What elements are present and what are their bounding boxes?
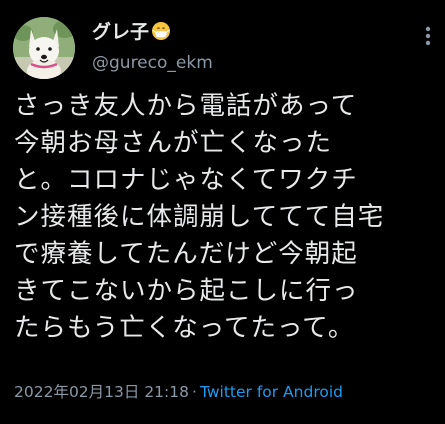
- tweet-text: さっき友人から電話があって 今朝お母さんが亡くなった と。コロナじゃなくてワクチ…: [14, 88, 439, 347]
- user-handle[interactable]: @gureco_ekm: [92, 52, 213, 74]
- display-name-text: グレ子: [92, 21, 150, 43]
- tweet-text-line: 今朝お母さんが亡くなった: [14, 128, 333, 158]
- tweet-text-line: きてこないから起こしに行っ: [14, 276, 359, 306]
- face-with-medical-mask-icon: [151, 21, 171, 47]
- tweet-meta: 2022年02月13日 21:18 · Twitter for Android: [14, 382, 343, 402]
- tweet-source-link[interactable]: Twitter for Android: [200, 383, 343, 401]
- tweet-text-line: たらもう亡くなってたって。: [14, 313, 355, 343]
- dog-photo-avatar: [13, 17, 75, 79]
- tweet-text-line: で療養してたんだけど今朝起: [14, 239, 358, 269]
- display-name[interactable]: グレ子: [92, 20, 171, 47]
- tweet-text-line: ン接種後に体調崩しててて自宅: [14, 202, 385, 232]
- meta-separator: ·: [192, 383, 197, 401]
- tweet-text-line: と。コロナじゃなくてワクチ: [14, 165, 358, 195]
- more-options-icon[interactable]: [423, 24, 433, 48]
- avatar[interactable]: [13, 17, 75, 79]
- tweet-card: グレ子 @gureco_ekm さっき友人から電話があって 今朝お母さんが亡くな…: [0, 0, 445, 424]
- tweet-timestamp[interactable]: 2022年02月13日 21:18: [14, 383, 189, 401]
- tweet-text-line: さっき友人から電話があって: [14, 91, 358, 121]
